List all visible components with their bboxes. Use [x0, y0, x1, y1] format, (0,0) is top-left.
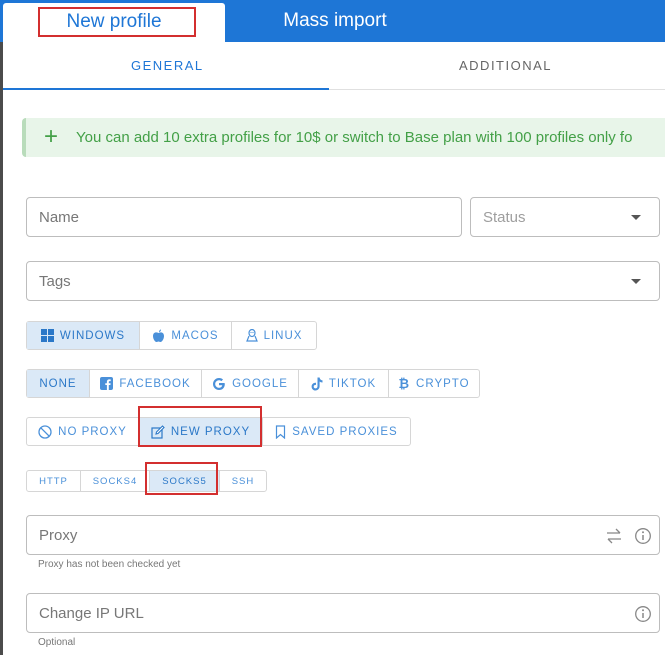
preset-google-button[interactable]: GOOGLE: [202, 370, 299, 397]
proxy-placeholder: Proxy: [39, 527, 78, 544]
no-proxy-icon: [38, 424, 52, 439]
tab-mass-import[interactable]: Mass import: [225, 0, 445, 42]
swap-icon[interactable]: [605, 527, 623, 550]
protocol-ssh-button[interactable]: SSH: [220, 471, 266, 491]
linux-icon: [245, 328, 258, 343]
windows-icon: [40, 329, 54, 342]
subtab-active-indicator: [3, 88, 329, 90]
no-proxy-button[interactable]: NO PROXY: [27, 418, 139, 445]
tags-placeholder: Tags: [39, 273, 71, 290]
preset-google-label: GOOGLE: [232, 377, 288, 390]
os-windows-label: WINDOWS: [59, 329, 126, 342]
os-linux-label: LINUX: [263, 329, 303, 342]
preset-crypto-button[interactable]: ₿ CRYPTO: [389, 370, 479, 397]
name-input[interactable]: Name: [26, 197, 462, 237]
preset-tiktok-button[interactable]: TIKTOK: [299, 370, 389, 397]
proxy-input[interactable]: Proxy: [26, 515, 660, 555]
apple-icon: [152, 329, 165, 343]
facebook-icon: [100, 377, 114, 390]
preset-none-button[interactable]: NONE: [27, 370, 90, 397]
saved-proxies-label: SAVED PROXIES: [292, 425, 398, 438]
highlight-box: [145, 462, 218, 495]
preset-tiktok-label: TIKTOK: [328, 377, 377, 390]
os-windows-button[interactable]: WINDOWS: [27, 322, 140, 349]
subtab-general[interactable]: GENERAL: [131, 58, 204, 73]
no-proxy-label: NO PROXY: [58, 425, 127, 438]
name-placeholder: Name: [39, 209, 80, 226]
tags-select[interactable]: Tags: [26, 261, 660, 301]
subtab-divider: [329, 89, 665, 90]
upgrade-banner: + You can add 10 extra profiles for 10$ …: [22, 118, 665, 157]
change-ip-placeholder: Change IP URL: [39, 605, 144, 622]
preset-crypto-label: CRYPTO: [416, 377, 470, 390]
bookmark-icon: [275, 424, 286, 439]
change-ip-hint: Optional: [38, 637, 76, 648]
google-icon: [212, 377, 226, 391]
os-macos-button[interactable]: MACOS: [140, 322, 232, 349]
info-icon[interactable]: [634, 527, 652, 550]
chevron-down-icon: [631, 279, 641, 284]
info-icon[interactable]: [634, 605, 652, 628]
preset-none-label: NONE: [39, 377, 77, 390]
os-linux-button[interactable]: LINUX: [232, 322, 316, 349]
proxy-hint: Proxy has not been checked yet: [38, 559, 181, 570]
preset-facebook-label: FACEBOOK: [119, 377, 191, 390]
header-bar: New profile Mass import: [0, 0, 665, 42]
os-selector: WINDOWS MACOS LINUX: [26, 321, 317, 350]
tab-new-profile[interactable]: New profile: [3, 3, 225, 42]
subtab-additional[interactable]: ADDITIONAL: [459, 58, 552, 73]
left-border: [0, 42, 3, 655]
saved-proxies-button[interactable]: SAVED PROXIES: [263, 418, 410, 445]
protocol-socks4-button[interactable]: SOCKS4: [81, 471, 150, 491]
bitcoin-icon: ₿: [398, 376, 411, 391]
highlight-box: [138, 406, 262, 447]
plus-icon[interactable]: +: [44, 121, 58, 153]
chevron-down-icon: [631, 215, 641, 220]
status-select[interactable]: Status: [470, 197, 660, 237]
preset-facebook-button[interactable]: FACEBOOK: [90, 370, 202, 397]
status-placeholder: Status: [483, 209, 526, 226]
preset-selector: NONE FACEBOOK GOOGLE TIKTOK ₿ CRYPTO: [26, 369, 480, 398]
banner-text: You can add 10 extra profiles for 10$ or…: [76, 129, 633, 146]
os-macos-label: MACOS: [171, 329, 219, 342]
protocol-http-button[interactable]: HTTP: [27, 471, 81, 491]
tiktok-icon: [311, 377, 323, 391]
change-ip-url-input[interactable]: Change IP URL: [26, 593, 660, 633]
highlight-box: [38, 7, 196, 37]
